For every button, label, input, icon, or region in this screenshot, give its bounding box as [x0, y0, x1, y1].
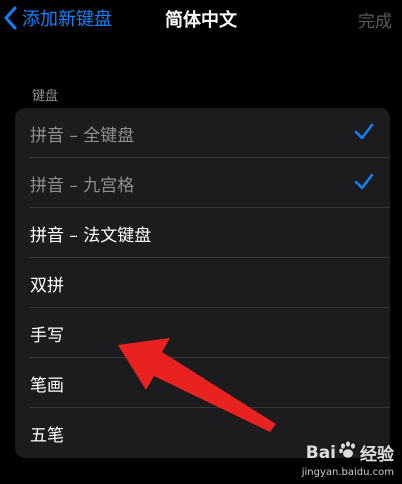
- keyboard-row-label: 五笔: [30, 425, 64, 446]
- keyboard-row-handwriting[interactable]: 手写: [15, 308, 390, 358]
- checkmark-icon: [354, 173, 374, 191]
- keyboard-row-label: 手写: [30, 325, 64, 346]
- keyboard-row-pinyin-french[interactable]: 拼音 – 法文键盘: [15, 208, 390, 258]
- keyboard-row-pinyin-9key[interactable]: 拼音 – 九宫格: [15, 158, 390, 208]
- keyboard-row-pinyin-full[interactable]: 拼音 – 全键盘: [15, 108, 390, 158]
- baidu-jingyan-watermark: Bai 经验 jingyan.baidu.com: [302, 440, 394, 478]
- section-header-keyboards: 键盘: [32, 89, 59, 104]
- keyboard-row-stroke[interactable]: 笔画: [15, 358, 390, 408]
- keyboard-row-label: 笔画: [30, 375, 64, 396]
- page-title: 简体中文: [165, 10, 237, 31]
- keyboard-row-shuangpin[interactable]: 双拼: [15, 258, 390, 308]
- keyboard-row-label: 拼音 – 九宫格: [30, 175, 135, 196]
- watermark-brand-left: Bai: [305, 442, 336, 463]
- keyboard-row-label: 拼音 – 法文键盘: [30, 225, 152, 246]
- keyboard-list: 拼音 – 全键盘 拼音 – 九宫格 拼音 – 法文键盘 双拼 手写 笔画 五笔: [15, 108, 390, 458]
- done-button[interactable]: 完成: [358, 7, 392, 32]
- watermark-brand-right: 经验: [360, 445, 394, 465]
- watermark-url: jingyan.baidu.com: [301, 467, 394, 478]
- baidu-paw-logo: [338, 440, 358, 465]
- navigation-bar: 添加新键盘 简体中文 完成: [0, 0, 402, 40]
- keyboard-row-label: 拼音 – 全键盘: [30, 125, 135, 146]
- settings-screen: 添加新键盘 简体中文 完成 键盘 拼音 – 全键盘 拼音 – 九宫格 拼音 – …: [0, 0, 402, 484]
- checkmark-icon: [354, 123, 374, 141]
- keyboard-row-label: 双拼: [30, 275, 64, 296]
